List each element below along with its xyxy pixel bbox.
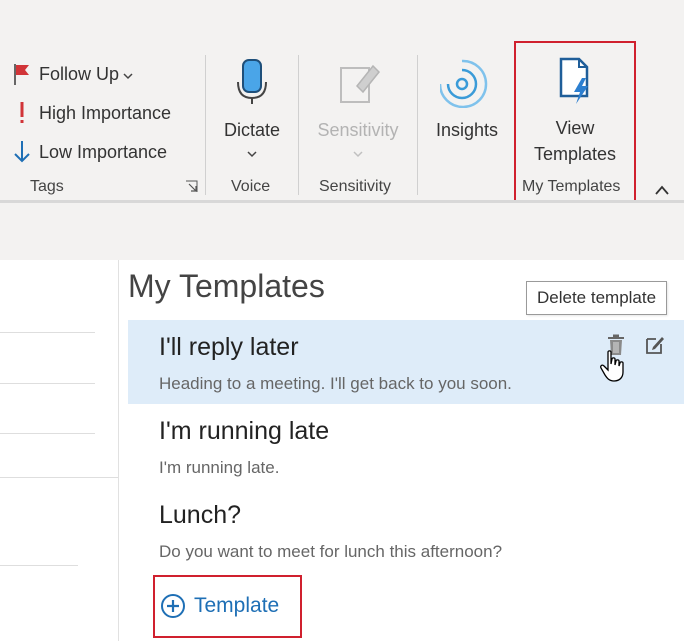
list-divider xyxy=(0,565,78,566)
tags-group-label: Tags xyxy=(30,178,64,195)
microphone-icon xyxy=(235,58,269,113)
chevron-down-icon xyxy=(246,143,258,164)
template-item[interactable]: I'll reply later Heading to a meeting. I… xyxy=(128,320,684,404)
ribbon-spacer xyxy=(0,203,684,260)
sensitivity-button[interactable]: Sensitivity xyxy=(312,58,404,164)
separator xyxy=(205,55,206,195)
add-template-highlight xyxy=(153,575,302,638)
flag-icon xyxy=(10,62,34,86)
template-heading: Lunch? xyxy=(159,501,242,529)
low-importance-label: Low Importance xyxy=(39,141,168,162)
template-heading: I'm running late xyxy=(159,417,330,445)
dictate-label: Dictate xyxy=(223,120,281,140)
dictate-button[interactable]: Dictate xyxy=(220,58,284,164)
sensitivity-icon xyxy=(335,58,381,113)
template-body: I'm running late. xyxy=(159,458,280,477)
hand-cursor-icon xyxy=(600,350,626,387)
template-item[interactable]: Lunch? Do you want to meet for lunch thi… xyxy=(128,488,684,572)
insights-button[interactable]: Insights xyxy=(430,58,504,143)
template-body: Heading to a meeting. I'll get back to y… xyxy=(159,374,512,393)
templates-pane-title: My Templates xyxy=(128,268,325,304)
collapse-ribbon-icon[interactable] xyxy=(654,183,670,201)
insights-icon xyxy=(438,58,494,113)
edit-icon[interactable] xyxy=(644,334,666,361)
dialog-launcher-icon[interactable] xyxy=(185,180,198,198)
follow-up-label: Follow Up xyxy=(39,63,120,84)
sensitivity-label: Sensitivity xyxy=(317,120,399,140)
insights-label: Insights xyxy=(435,120,499,140)
sensitivity-group-label: Sensitivity xyxy=(319,178,392,195)
chevron-down-icon xyxy=(123,64,133,85)
message-list-pane xyxy=(0,260,119,641)
exclamation-icon xyxy=(10,101,34,125)
high-importance-button[interactable]: High Importance xyxy=(10,101,171,125)
chevron-down-icon xyxy=(352,143,364,164)
list-divider xyxy=(0,332,95,333)
voice-group-label: Voice xyxy=(231,178,271,195)
follow-up-button[interactable]: Follow Up xyxy=(10,62,133,86)
separator xyxy=(298,55,299,195)
low-importance-button[interactable]: Low Importance xyxy=(10,140,167,164)
list-divider xyxy=(0,383,95,384)
template-item[interactable]: I'm running late I'm running late. xyxy=(128,404,684,488)
separator xyxy=(417,55,418,195)
list-divider xyxy=(0,433,95,434)
view-templates-highlight xyxy=(514,41,636,209)
list-divider xyxy=(0,477,118,478)
high-importance-label: High Importance xyxy=(39,102,172,123)
template-body: Do you want to meet for lunch this after… xyxy=(159,542,503,561)
arrow-down-icon xyxy=(10,140,34,164)
template-heading: I'll reply later xyxy=(159,333,299,361)
delete-template-tooltip: Delete template xyxy=(526,281,668,315)
